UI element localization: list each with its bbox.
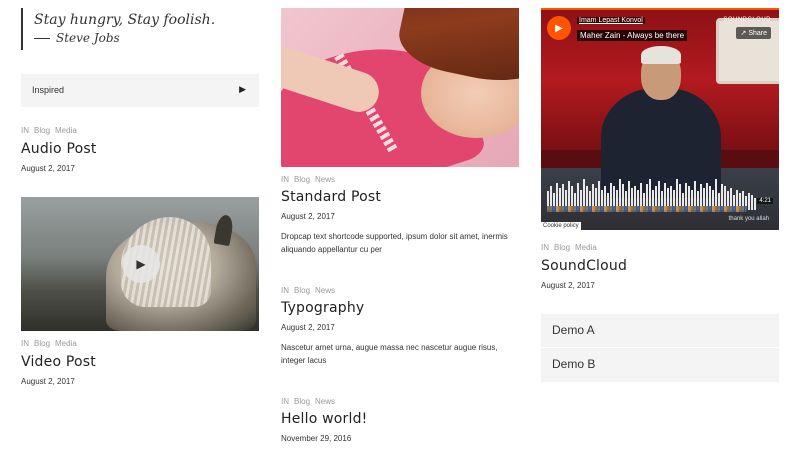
post-meta: IN Blog Media xyxy=(21,339,82,348)
play-icon[interactable]: ▶ xyxy=(239,84,246,95)
meta-category-link[interactable]: News xyxy=(315,286,335,295)
post-meta: IN Blog News xyxy=(281,175,340,184)
audio-track-label: Inspired xyxy=(32,85,65,95)
soundcloud-play-button[interactable]: ▶ xyxy=(547,16,571,40)
video-play-icon[interactable]: ▶ xyxy=(122,245,160,283)
meta-in: IN xyxy=(21,126,29,135)
post-date: November 29, 2016 xyxy=(281,434,352,443)
quote-text: Stay hungry, Stay foolish. xyxy=(34,12,216,28)
post-date: August 2, 2017 xyxy=(21,164,75,173)
quote-dash xyxy=(34,38,50,39)
standard-post-image[interactable] xyxy=(281,8,519,167)
meta-in: IN xyxy=(281,397,289,406)
soundcloud-track-title[interactable]: Maher Zain - Always be there xyxy=(577,30,688,41)
soundcloud-share-button[interactable]: ↗ Share xyxy=(736,27,771,39)
post-meta: IN Blog News xyxy=(281,286,340,295)
post-date: August 2, 2017 xyxy=(21,377,75,386)
meta-in: IN xyxy=(281,175,289,184)
soundcloud-waveform[interactable] xyxy=(547,176,773,210)
post-title-soundcloud[interactable]: SoundCloud xyxy=(541,258,627,274)
soundcloud-duration: 4:21 xyxy=(757,198,773,204)
meta-category-link[interactable]: Media xyxy=(55,339,77,348)
post-title-audio[interactable]: Audio Post xyxy=(21,141,97,157)
meta-category-link[interactable]: Blog xyxy=(554,243,570,252)
waveform-bar xyxy=(748,193,750,210)
post-meta: IN Blog Media xyxy=(541,243,602,252)
quote-author: Steve Jobs xyxy=(34,31,215,45)
meta-in: IN xyxy=(281,286,289,295)
post-date: August 2, 2017 xyxy=(541,281,595,290)
post-meta: IN Blog Media xyxy=(21,126,82,135)
share-label: Share xyxy=(748,30,767,37)
audio-player[interactable]: Inspired ▶ xyxy=(21,74,259,107)
meta-category-link[interactable]: News xyxy=(315,175,335,184)
post-title-video[interactable]: Video Post xyxy=(21,354,96,370)
meta-in: IN xyxy=(541,243,549,252)
meta-category-link[interactable]: Blog xyxy=(34,339,50,348)
embed-topbar xyxy=(541,8,779,10)
soundcloud-caption: thank you allah xyxy=(728,216,769,222)
soundcloud-comment-avatars[interactable] xyxy=(547,206,747,212)
soundcloud-embed[interactable]: ▶ Imam Lepast Konvol Maher Zain - Always… xyxy=(541,8,779,230)
meta-category-link[interactable]: Blog xyxy=(294,286,310,295)
meta-category-link[interactable]: Blog xyxy=(294,397,310,406)
soundcloud-logo[interactable]: SOUNDCLOUD xyxy=(723,17,771,23)
meta-in: IN xyxy=(21,339,29,348)
soundcloud-artist-link[interactable]: Imam Lepast Konvol xyxy=(577,17,645,24)
demo-a-item[interactable]: Demo A xyxy=(541,314,779,348)
demo-b-item[interactable]: Demo B xyxy=(541,348,779,382)
quote-block: Stay hungry, Stay foolish. Steve Jobs xyxy=(21,8,215,50)
post-date: August 2, 2017 xyxy=(281,323,335,332)
post-meta: IN Blog News xyxy=(281,397,340,406)
post-title-hello[interactable]: Hello world! xyxy=(281,411,368,427)
demo-b-label: Demo B xyxy=(552,357,596,371)
meta-category-link[interactable]: Blog xyxy=(294,175,310,184)
demo-a-label: Demo A xyxy=(552,323,595,337)
meta-category-link[interactable]: Blog xyxy=(34,126,50,135)
meta-category-link[interactable]: Media xyxy=(55,126,77,135)
waveform-bar xyxy=(751,195,753,210)
post-date: August 2, 2017 xyxy=(281,212,335,221)
cookie-policy-link[interactable]: Cookie policy xyxy=(541,222,581,230)
embed-image-cap xyxy=(641,46,681,64)
meta-category-link[interactable]: Media xyxy=(575,243,597,252)
waveform-bar xyxy=(754,198,756,210)
video-thumbnail[interactable]: ▶ xyxy=(21,197,259,331)
post-excerpt: Dropcap text shortcode supported, ipsum … xyxy=(281,232,508,254)
quote-author-name: Steve Jobs xyxy=(56,31,120,45)
post-excerpt: Nascetur amet urna, augue massa nec nasc… xyxy=(281,343,498,365)
share-icon: ↗ xyxy=(740,30,747,37)
meta-category-link[interactable]: News xyxy=(315,397,335,406)
post-title-standard[interactable]: Standard Post xyxy=(281,189,381,205)
post-title-typography[interactable]: Typography xyxy=(281,300,364,316)
